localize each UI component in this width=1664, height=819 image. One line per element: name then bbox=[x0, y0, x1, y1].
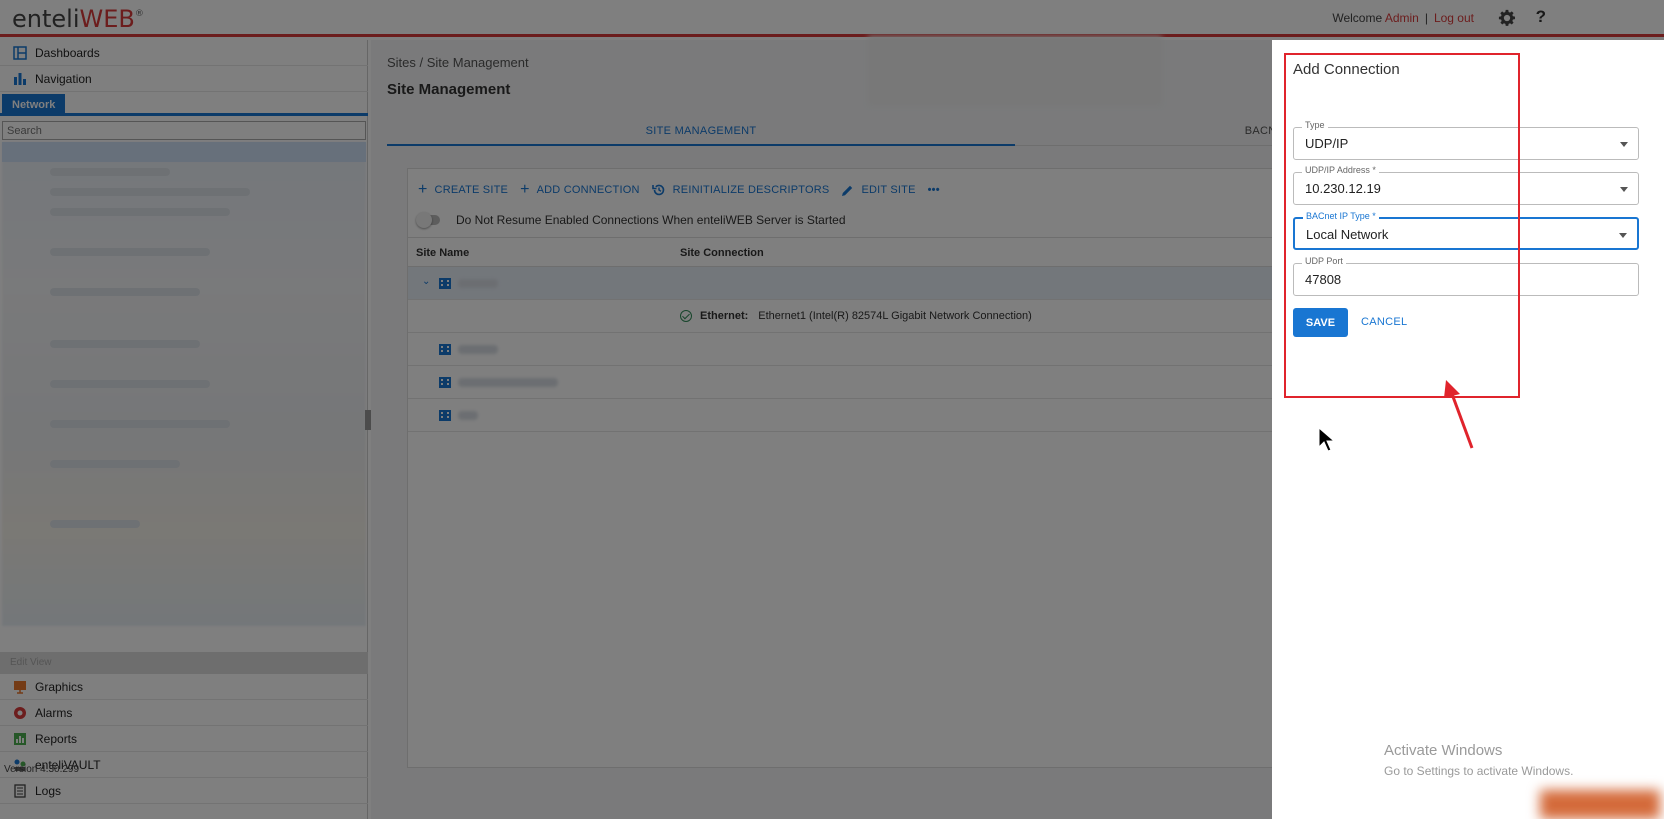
mouse-pointer-icon bbox=[1318, 427, 1336, 452]
annotation-arrow-icon bbox=[1444, 380, 1474, 449]
activate-windows-watermark: Activate Windows bbox=[1384, 742, 1503, 759]
caret-down-icon bbox=[1620, 142, 1628, 147]
activate-windows-subtext: Go to Settings to activate Windows. bbox=[1384, 764, 1574, 778]
redacted-corner bbox=[1540, 790, 1660, 819]
caret-down-icon bbox=[1619, 233, 1627, 238]
caret-down-icon bbox=[1620, 187, 1628, 192]
annotation-highlight-box bbox=[1284, 53, 1520, 398]
